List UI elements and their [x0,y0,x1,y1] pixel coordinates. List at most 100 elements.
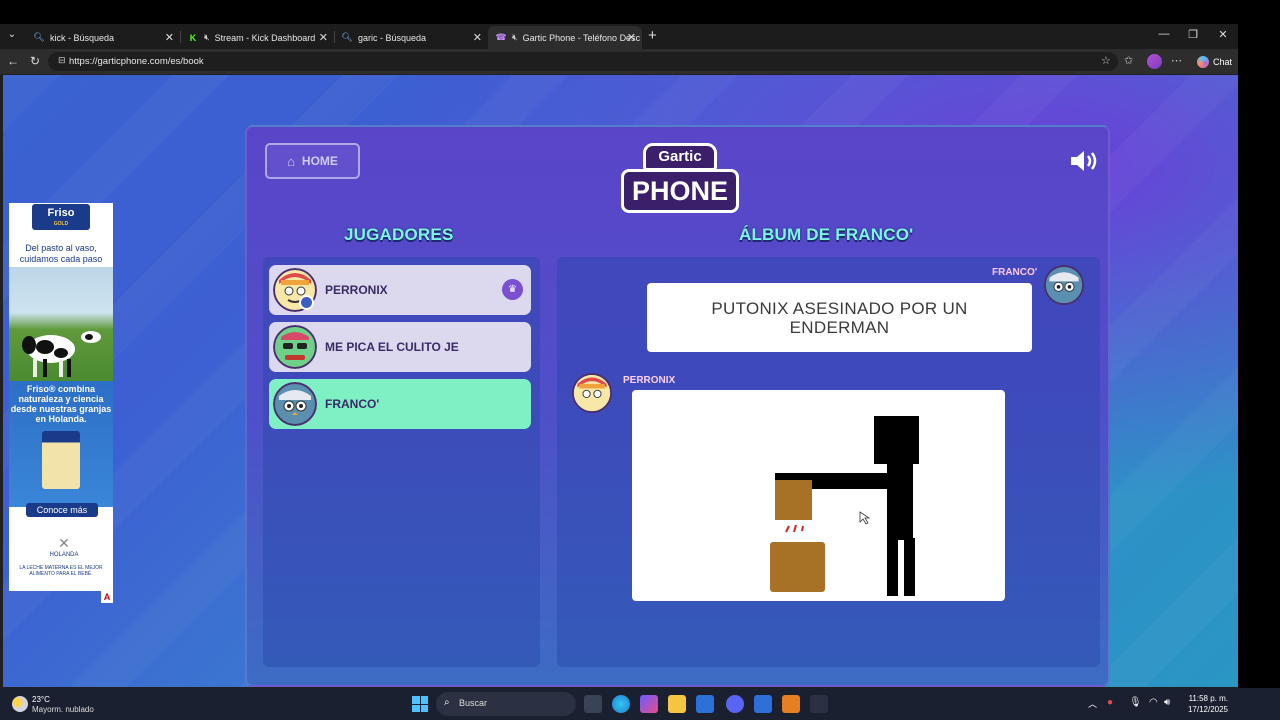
player-row-me-pica[interactable]: ME PICA EL CULITO JE [269,322,531,372]
tray-app-icon[interactable]: ● [1107,697,1113,708]
microphone-icon[interactable]: 🎙︎ [1129,697,1142,708]
gartic-phone-logo: Gartic PHONE [621,143,739,217]
logo-top: Gartic [643,143,717,171]
tab-title: kick - Búsqueda [50,32,115,43]
player-row-franco[interactable]: FRANCO' [269,379,531,429]
logo-bottom: PHONE [621,169,739,213]
favorite-star-icon[interactable]: ☆ [1101,54,1111,67]
kick-icon: K [189,32,197,43]
players-title: JUGADORES [344,225,454,244]
windmill-icon: ✕ [58,535,70,551]
text-entry-card: PUTONIX ASESINADO POR UN ENDERMAN [647,283,1032,352]
ad-origin: HOLANDA [49,552,79,558]
windows-start-icon[interactable] [412,696,428,712]
discord-icon[interactable] [726,695,744,713]
close-tab-icon[interactable]: ✕ [627,31,636,44]
adchoices-icon[interactable]: A [101,591,113,603]
app-icon[interactable] [754,695,772,713]
copilot-chat-button[interactable]: Chat [1192,53,1237,70]
minimize-icon[interactable]: — [1154,28,1174,40]
tab-garic-search[interactable]: 🔍︎ garic - Búsqueda ✕ [334,26,488,49]
show-hidden-icons-chevron-icon[interactable]: ︿ [1088,697,1097,710]
crown-icon: ♛ [502,279,523,300]
tab-list-chevron-icon[interactable]: ⌄ [4,29,20,40]
edge-icon[interactable] [612,695,630,713]
weather-temperature: 23°C [32,695,50,704]
app-icon[interactable] [782,695,800,713]
close-window-icon[interactable]: ✕ [1213,28,1233,41]
gartic-icon: ☎ [495,32,507,42]
app-icon[interactable] [810,695,828,713]
entry-text: PUTONIX ASESINADO POR UN ENDERMAN [711,298,968,337]
clock-date[interactable]: 17/12/2025 [1186,705,1228,714]
tab-title: Stream - Kick Dashboard [214,32,316,43]
close-tab-icon[interactable]: ✕ [319,31,328,44]
volume-icon[interactable]: 🔊︎ [1164,697,1170,708]
address-bar: ← ↻ ⊟ https://garticphone.com/es/book ☆ … [0,49,1238,74]
tab-title: Gartic Phone - Teléfono Desc [522,32,641,43]
player-row-perronix[interactable]: PERRONIX ♛ [269,265,531,315]
entry-author: PERRONIX [623,375,676,386]
muted-speaker-icon[interactable]: 🔇︎ [512,32,518,43]
search-icon: ⌕ [444,697,450,708]
weather-description: Mayorm. nublado [32,705,94,714]
windows-taskbar: 23°C Mayorm. nublado ⌕ Buscar ︿ ● 🎙︎ ◠ 🔊… [0,688,1280,720]
tab-kick-search[interactable]: 🔍︎ kick - Búsqueda ✕ [26,26,180,49]
clock-time[interactable]: 11:58 p. m. [1186,694,1228,703]
entry-author: FRANCO' [992,267,1038,278]
ad-copy: Friso® combina naturaleza y ciencia desd… [10,384,112,424]
chat-label: Chat [1213,56,1233,67]
home-label: HOME [301,154,338,168]
tab-strip: ⌄ 🔍︎ kick - Búsqueda ✕ K 🔇︎ Stream - Kic… [0,24,1238,49]
ad-header: Friso GOLD [9,203,113,231]
close-tab-icon[interactable]: ✕ [473,31,482,44]
store-icon[interactable] [696,695,714,713]
home-icon: ⌂ [287,153,295,169]
top-black-bar [0,0,1280,24]
cow-illustration [22,331,101,377]
drawing-card [632,390,1005,601]
url-text: https://garticphone.com/es/book [69,56,204,67]
more-options-icon[interactable]: ⋯ [1171,54,1182,67]
url-field[interactable]: ⊟ https://garticphone.com/es/book [48,52,1118,71]
search-label: Buscar [459,698,488,708]
ad-tagline: Del pasto al vaso, cuidamos cada paso [19,243,103,264]
favorites-icon[interactable]: ✩ [1124,54,1133,67]
you-badge-icon [299,295,314,310]
players-list: PERRONIX ♛ ME PICA EL CULITO JE FRANCO' [263,257,540,667]
task-view-icon[interactable] [584,695,602,713]
back-arrow-icon[interactable]: ← [7,54,19,68]
ad-disclaimer: LA LECHE MATERNA ES EL MEJOR ALIMENTO PA… [19,565,103,577]
search-icon: 🔍︎ [33,32,45,42]
screen: ⌄ 🔍︎ kick - Búsqueda ✕ K 🔇︎ Stream - Kic… [0,0,1280,720]
album-title: ÁLBUM DE FRANCO' [739,225,914,244]
album-panel: FRANCO' PUTONIX ASESINADO POR UN ENDERMA… [557,257,1100,667]
speaker-icon[interactable] [1069,149,1101,173]
ad-banner[interactable]: Friso GOLD Del pasto al vaso, cuidamos c… [9,203,113,591]
file-explorer-icon[interactable] [668,695,686,713]
player-avatar [273,382,317,426]
weather-cloud-icon[interactable] [12,696,28,712]
wifi-icon[interactable]: ◠ [1149,697,1158,708]
taskbar-search[interactable]: ⌕ Buscar [436,692,576,716]
browser-window: ⌄ 🔍︎ kick - Búsqueda ✕ K 🔇︎ Stream - Kic… [0,24,1238,688]
ad-cow-photo [9,267,113,381]
enderman-drawing [770,416,919,596]
refresh-icon[interactable]: ↻ [30,54,40,68]
tab-kick-dashboard[interactable]: K 🔇︎ Stream - Kick Dashboard ✕ [180,26,334,49]
profile-avatar[interactable] [1147,54,1162,69]
tab-gartic-phone[interactable]: ☎ 🔇︎ Gartic Phone - Teléfono Desc ✕ [488,26,642,49]
copilot-app-icon[interactable] [640,695,658,713]
player-avatar [273,325,317,369]
muted-speaker-icon[interactable]: 🔇︎ [204,32,210,43]
author-avatar [572,373,612,413]
home-button[interactable]: ⌂ HOME [265,143,360,179]
close-tab-icon[interactable]: ✕ [165,31,174,44]
site-info-icon[interactable]: ⊟ [58,55,66,66]
ad-brand-sub: GOLD [53,221,69,227]
ad-cta-button[interactable]: Conoce más [26,503,98,517]
player-name: PERRONIX [325,283,388,297]
copilot-icon [1197,55,1209,68]
restore-icon[interactable]: ❐ [1183,28,1203,41]
new-tab-plus-icon[interactable]: + [648,27,657,44]
